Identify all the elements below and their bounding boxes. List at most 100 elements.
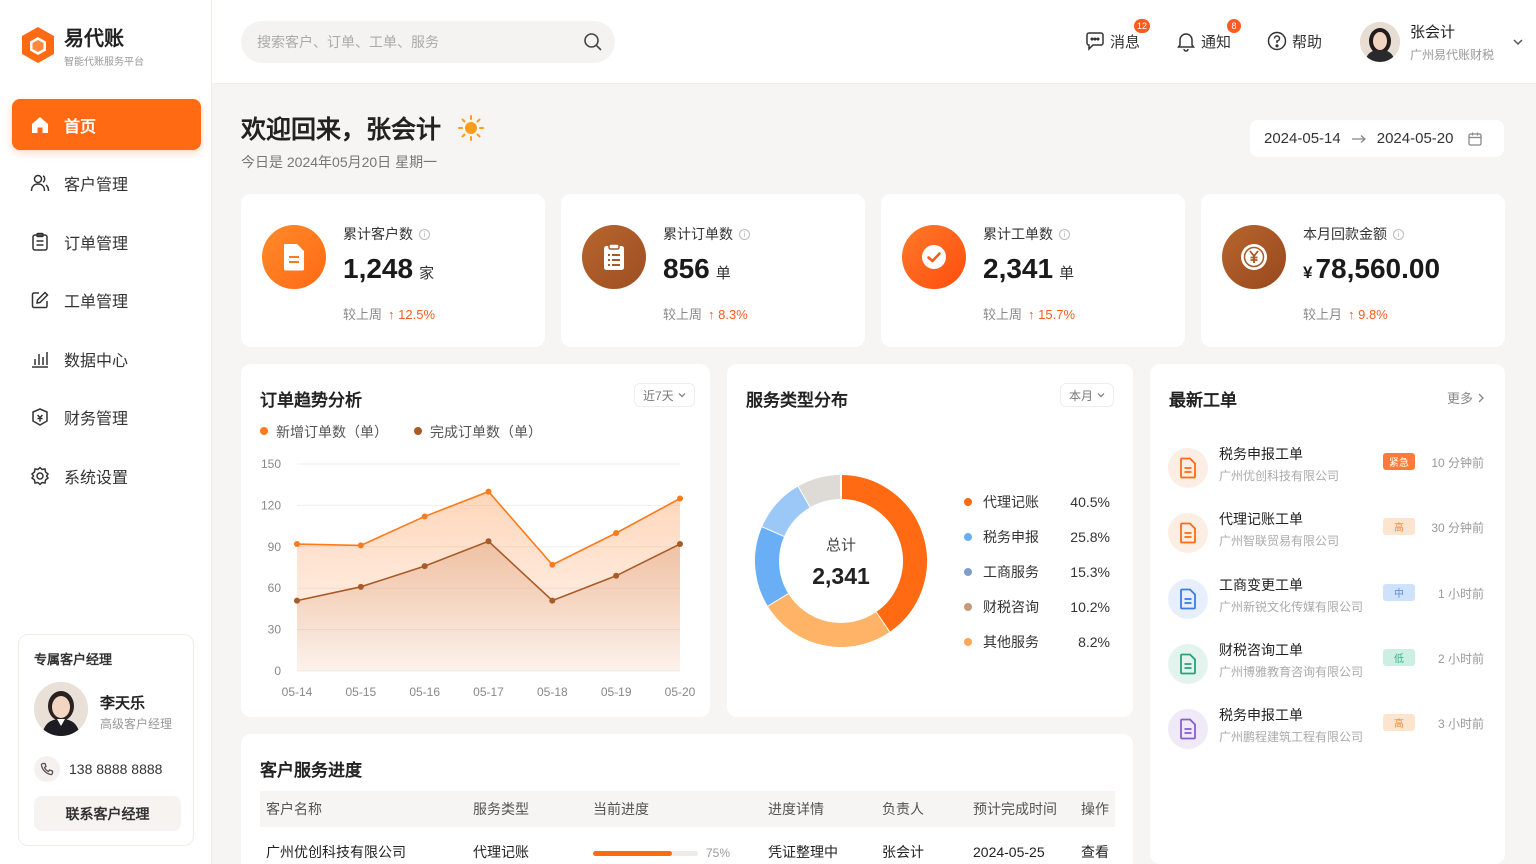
cell-service: 代理记账 — [473, 844, 529, 860]
donut-slice[interactable] — [762, 486, 811, 537]
ticket-company: 广州鹏程建筑工程有限公司 — [1219, 730, 1364, 745]
legend-value: 15.3% — [1070, 563, 1110, 580]
legend-item[interactable]: 税务申报 25.8% — [964, 519, 1110, 554]
legend-dot — [964, 602, 972, 611]
data-point[interactable] — [677, 541, 683, 548]
notifications-button[interactable]: 通知 8 — [1175, 19, 1241, 52]
nav-label: 客户管理 — [64, 177, 129, 194]
ticket-item[interactable]: 税务申报工单 广州优创科技有限公司 紧急 10 分钟前 — [1168, 442, 1488, 507]
legend-value: 10.2% — [1070, 598, 1110, 615]
service-progress-table: 客户名称 服务类型 当前进度 进度详情 负责人 预计完成时间 操作 广州优创科技… — [260, 791, 1115, 864]
data-point[interactable] — [549, 597, 556, 604]
legend-dot — [964, 532, 972, 541]
ticket-title: 工商变更工单 — [1219, 576, 1303, 593]
stat-change: ↑ 15.7% — [1028, 307, 1076, 322]
more-tickets-link[interactable]: 更多 — [1447, 388, 1485, 407]
nav-item-home[interactable]: 首页 — [12, 99, 201, 150]
nav-item-finance[interactable]: 财务管理 — [12, 392, 201, 443]
donut-slice[interactable] — [755, 526, 789, 606]
ticket-title: 代理记账工单 — [1219, 511, 1303, 528]
legend-item[interactable]: 其他服务 8.2% — [964, 624, 1110, 659]
stat-card-tickets[interactable]: 累计工单数 i 2,341 单 较上周 ↑ 15.7% — [881, 194, 1185, 347]
help-button[interactable]: 帮助 — [1266, 30, 1322, 52]
legend-item[interactable]: 财税咨询 10.2% — [964, 589, 1110, 624]
data-point[interactable] — [613, 572, 620, 579]
stat-card-orders[interactable]: 累计订单数 i 856 单 较上周 ↑ 8.3% — [561, 194, 865, 347]
stat-icon-wrap — [902, 225, 966, 289]
contact-manager-button[interactable]: 联系客户经理 — [34, 796, 181, 831]
nav-item-data-center[interactable]: 数据中心 — [12, 333, 201, 384]
ticket-priority-badge: 低 — [1383, 648, 1415, 666]
check-circle-icon — [922, 245, 946, 269]
nav-label: 系统设置 — [64, 469, 129, 487]
brand-logo[interactable]: 易代账 智能代账服务平台 — [20, 22, 144, 68]
stat-label: 本月回款金额 — [1303, 226, 1387, 242]
y-tick-label: 0 — [274, 664, 281, 678]
date-range-picker[interactable]: 2024-05-14 2024-05-20 — [1250, 120, 1504, 157]
ticket-time: 10 分钟前 — [1431, 456, 1484, 470]
ticket-item[interactable]: 代理记账工单 广州智联贸易有限公司 高 30 分钟前 — [1168, 507, 1488, 572]
ticket-document-icon — [1168, 709, 1208, 750]
donut-slice[interactable] — [767, 592, 890, 647]
info-icon[interactable]: i — [419, 228, 430, 240]
messages-button[interactable]: 消息 12 — [1084, 19, 1151, 52]
nav-item-orders[interactable]: 订单管理 — [12, 216, 201, 267]
view-link[interactable]: 查看 — [1075, 827, 1115, 864]
ticket-item[interactable]: 财税咨询工单 广州博雅教育咨询有限公司 低 2 小时前 — [1168, 638, 1488, 703]
data-point[interactable] — [357, 542, 364, 549]
brand-subtitle: 智能代账服务平台 — [64, 57, 144, 68]
nav-item-settings[interactable]: 系统设置 — [12, 450, 201, 501]
info-icon[interactable]: i — [739, 228, 750, 240]
table-row[interactable]: 广州优创科技有限公司 代理记账 75% 凭证整理中 张会计 2024-05-25… — [260, 827, 1115, 864]
top-header: 搜索客户、订单、工单、服务 消息 12 通知 8 帮助 张会计 广州易代账财税 — [212, 0, 1536, 84]
order-trend-chart: 0 30 60 90 120 150 05-14 05-15 05-16 05-17 05-18 05… — [261, 457, 696, 699]
latest-tickets-title: 最新工单 — [1169, 391, 1237, 410]
data-point[interactable] — [294, 597, 300, 604]
data-point[interactable] — [677, 495, 683, 502]
stat-label: 累计客户数 — [343, 226, 413, 242]
legend-item[interactable]: 工商服务 15.3% — [964, 554, 1110, 589]
stat-icon-wrap — [1222, 225, 1286, 289]
nav-item-tickets[interactable]: 工单管理 — [12, 275, 201, 326]
info-icon[interactable]: i — [1393, 228, 1404, 240]
legend-dot — [964, 567, 972, 576]
ticket-item[interactable]: 工商变更工单 广州新锐文化传媒有限公司 中 1 小时前 — [1168, 573, 1488, 638]
info-icon[interactable]: i — [1059, 228, 1070, 240]
ticket-priority-badge: 高 — [1383, 714, 1415, 732]
service-range-dropdown[interactable]: 本月 — [1060, 383, 1115, 407]
service-progress-card: 客户服务进度 客户名称 服务类型 当前进度 进度详情 负责人 预计完成时间 操作… — [241, 734, 1133, 864]
ticket-time: 2 小时前 — [1437, 651, 1484, 666]
date-range-end: 2024-05-20 — [1376, 130, 1454, 147]
stat-card-customers[interactable]: 累计客户数 i 1,248 家 较上周 ↑ 12.5% — [241, 194, 545, 347]
legend-value: 8.2% — [1078, 633, 1110, 650]
data-point[interactable] — [613, 530, 620, 536]
nav-label: 首页 — [64, 118, 97, 136]
stat-unit: 单 — [1059, 265, 1075, 282]
data-point[interactable] — [485, 538, 492, 545]
data-point[interactable] — [421, 563, 428, 570]
legend-label: 税务申报 — [983, 528, 1039, 545]
donut-slice[interactable] — [798, 475, 842, 508]
stat-card-collection[interactable]: 本月回款金额 i ¥78,560.00 较上月 ↑ 9.8% — [1201, 194, 1505, 347]
legend-value: 25.8% — [1070, 528, 1110, 545]
stat-change: ↑ 12.5% — [388, 307, 436, 322]
welcome-heading: 欢迎回来，张会计 — [241, 110, 485, 146]
legend-item[interactable]: 代理记账 40.5% — [964, 484, 1110, 519]
search-input[interactable]: 搜索客户、订单、工单、服务 — [241, 21, 615, 63]
cell-due: 2024-05-25 — [973, 844, 1045, 860]
today-date: 今日是 2024年05月20日 星期一 — [241, 154, 438, 170]
nav-item-customers[interactable]: 客户管理 — [12, 158, 201, 209]
ticket-item[interactable]: 税务申报工单 广州鹏程建筑工程有限公司 高 3 小时前 — [1168, 703, 1488, 768]
search-icon[interactable] — [583, 32, 603, 52]
welcome-title: 欢迎回来，张会计 — [241, 116, 442, 144]
data-point[interactable] — [357, 583, 364, 590]
data-point[interactable] — [485, 488, 492, 495]
x-tick-label: 05-14 — [282, 685, 313, 699]
cell-detail: 凭证整理中 — [768, 844, 838, 860]
data-point[interactable] — [421, 513, 428, 520]
data-point[interactable] — [549, 561, 556, 568]
help-label: 帮助 — [1292, 33, 1323, 51]
help-icon — [1267, 31, 1287, 51]
user-menu[interactable]: 张会计 广州易代账财税 — [1360, 21, 1524, 63]
data-point[interactable] — [294, 541, 300, 548]
